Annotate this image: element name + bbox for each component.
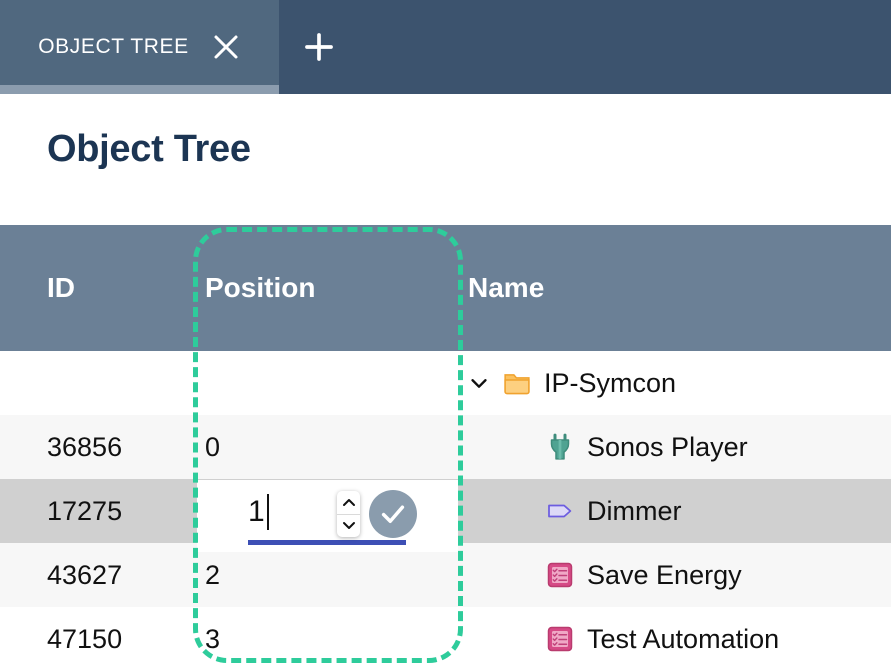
cell-position[interactable]: 3 [205, 624, 220, 655]
chevron-up-icon [342, 498, 356, 507]
position-editor: 1 [197, 480, 458, 552]
tab-bar: OBJECT TREE [0, 0, 891, 94]
plug-icon [545, 432, 575, 462]
script-list-icon [545, 560, 575, 590]
cell-id: 43627 [47, 560, 122, 591]
check-icon [378, 499, 408, 529]
plus-icon [302, 30, 336, 64]
position-input[interactable]: 1 [248, 494, 269, 530]
table-row[interactable]: 43627 2 Save Energy [0, 543, 891, 607]
script-list-icon [545, 624, 575, 654]
column-header-id[interactable]: ID [47, 272, 75, 304]
cell-id: 17275 [47, 496, 122, 527]
folder-icon [502, 368, 532, 398]
tab-object-tree-label: OBJECT TREE [38, 35, 189, 59]
table-row[interactable]: 47150 3 Test Automation [0, 607, 891, 671]
add-tab-button[interactable] [279, 0, 359, 94]
input-focus-underline [248, 540, 406, 545]
cell-position[interactable]: 2 [205, 560, 220, 591]
cell-name: Save Energy [545, 560, 742, 591]
cell-id: 47150 [47, 624, 122, 655]
row-name-label: Save Energy [587, 560, 742, 591]
cell-position[interactable]: 0 [205, 432, 220, 463]
chevron-down-icon [342, 521, 356, 530]
tab-object-tree[interactable]: OBJECT TREE [0, 0, 279, 94]
text-caret [267, 494, 269, 530]
stepper-down-button[interactable] [337, 514, 360, 538]
table-header-row: ID Position Name [0, 225, 891, 351]
table-row[interactable]: IP-Symcon [0, 351, 891, 415]
tab-active-underline [0, 85, 279, 94]
number-stepper[interactable] [337, 491, 360, 537]
row-name-label: Dimmer [587, 496, 682, 527]
cell-name: Sonos Player [545, 432, 748, 463]
stepper-up-button[interactable] [337, 491, 360, 514]
close-icon[interactable] [211, 32, 241, 62]
column-header-position[interactable]: Position [205, 272, 315, 304]
variable-tag-icon [545, 496, 575, 526]
column-header-name[interactable]: Name [468, 272, 544, 304]
cell-name: Dimmer [545, 496, 682, 527]
cell-name: Test Automation [545, 624, 779, 655]
page-title: Object Tree [47, 128, 251, 171]
confirm-button[interactable] [369, 490, 417, 538]
cell-id: 36856 [47, 432, 122, 463]
cell-name: IP-Symcon [468, 368, 676, 399]
object-tree-table: ID Position Name IP-Symcon 36856 0 [0, 225, 891, 670]
chevron-down-icon[interactable] [468, 372, 490, 394]
row-name-label: IP-Symcon [544, 368, 676, 399]
table-row[interactable]: 36856 0 Sonos Player [0, 415, 891, 479]
row-name-label: Sonos Player [587, 432, 748, 463]
row-name-label: Test Automation [587, 624, 779, 655]
position-input-value: 1 [248, 495, 265, 529]
